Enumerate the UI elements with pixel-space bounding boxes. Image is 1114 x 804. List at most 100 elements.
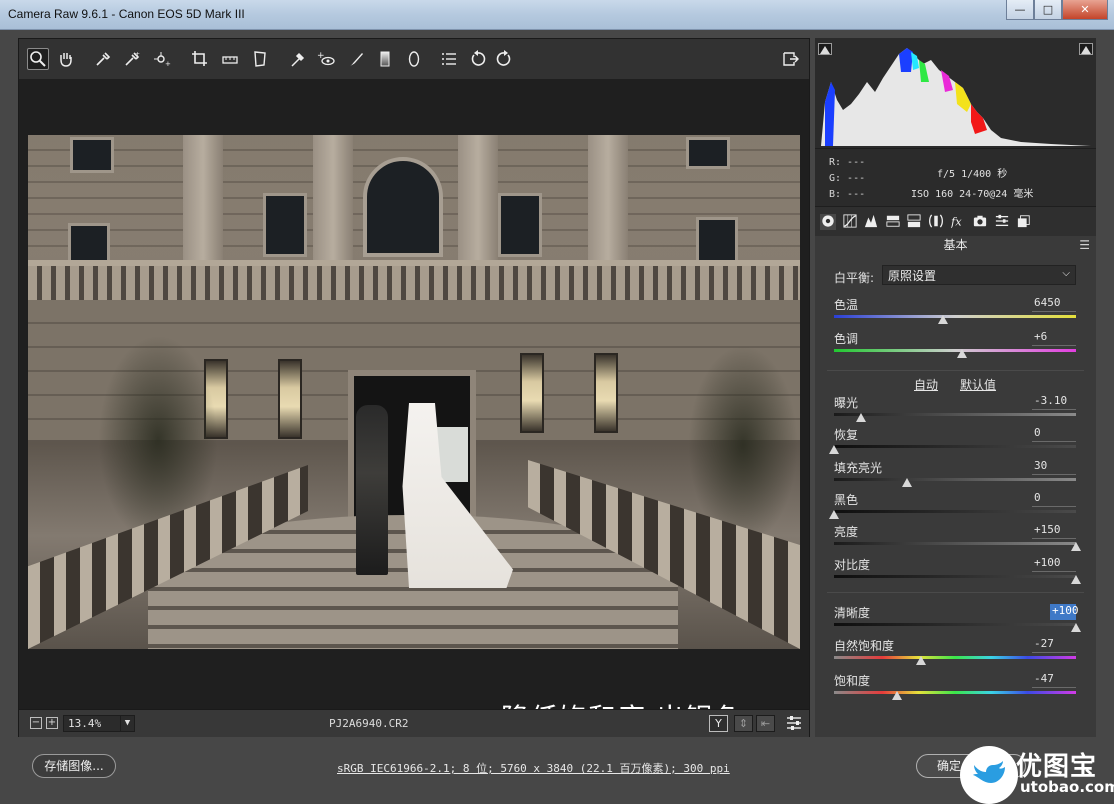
tab-tone-curve[interactable] [842,214,858,230]
g-readout: G: --- [829,173,866,184]
slider-temperature[interactable]: 色温 6450 [834,296,1076,328]
slider-track[interactable] [834,413,1076,416]
svg-text:+: + [317,51,325,61]
zoom-in-button[interactable]: + [46,717,58,729]
slider-fill-light[interactable]: 填充亮光 30 [834,459,1076,491]
straighten-icon[interactable] [219,48,241,70]
slider-vibrance[interactable]: 自然饱和度 -27 [834,637,1076,669]
slider-label: 自然饱和度 [834,639,895,653]
maximize-button[interactable]: □ [1034,0,1062,20]
tab-snapshots[interactable] [1016,214,1032,230]
slider-tint[interactable]: 色调 +6 [834,330,1076,362]
save-image-button[interactable]: 存储图像... [32,754,116,778]
slider-track[interactable] [834,445,1076,448]
image-editor: + + + − + 13.4% ▼ PJ2A6940.CR2 Y ⇕ ⇤ [18,38,810,737]
chevron-down-icon: ▼ [120,716,134,731]
slider-track[interactable] [834,542,1076,545]
panel-menu-icon[interactable]: ☰ [1079,238,1090,252]
white-balance-icon[interactable] [92,48,114,70]
tab-presets[interactable] [994,214,1010,230]
zoom-icon[interactable] [27,48,49,70]
copy-settings-button[interactable]: ⇤ [756,715,775,732]
default-link[interactable]: 默认值 [960,376,996,393]
slider-exposure[interactable]: 曝光 -3.10 [834,394,1076,426]
fullscreen-icon[interactable] [780,48,802,70]
slider-saturation[interactable]: 饱和度 -47 [834,672,1076,704]
slider-track[interactable] [834,691,1076,694]
toggle-settings-icon[interactable] [783,712,805,734]
slider-track[interactable] [834,315,1076,318]
adjustment-brush-icon[interactable] [345,48,367,70]
targeted-adjustment-icon[interactable]: + [151,48,173,70]
slider-blacks[interactable]: 黑色 0 [829,491,1076,523]
minimize-button[interactable]: — [1006,0,1034,20]
workflow-options-link[interactable]: sRGB IEC61966-2.1; 8 位; 5760 x 3840 (22.… [337,760,730,776]
zoom-out-button[interactable]: − [30,717,42,729]
close-button[interactable]: ✕ [1062,0,1108,20]
slider-value-field[interactable]: 0 [1032,426,1076,442]
slider-clarity[interactable]: 清晰度 +100 [834,604,1081,636]
slider-value-field[interactable]: 30 [1032,459,1076,475]
color-sampler-icon[interactable]: + [121,48,143,70]
white-balance-select[interactable]: 原照设置 ⌵ [882,265,1076,285]
slider-thumb[interactable] [957,349,968,358]
crop-icon[interactable] [189,48,211,70]
slider-thumb[interactable] [891,691,902,700]
hand-icon[interactable] [55,48,77,70]
tab-split-toning[interactable] [906,214,922,230]
slider-track[interactable] [834,478,1076,481]
slider-thumb[interactable] [937,315,948,324]
slider-recovery[interactable]: 恢复 0 [829,426,1076,458]
rotate-left-icon[interactable] [467,48,489,70]
tab-camera-calibration[interactable] [972,214,988,230]
before-after-view-button[interactable]: Y [709,715,728,732]
slider-brightness[interactable]: 亮度 +150 [834,523,1081,555]
slider-thumb[interactable] [1071,542,1081,551]
slider-value-field[interactable]: +150 [1032,523,1076,539]
slider-label: 黑色 [834,493,859,507]
svg-text:+: + [165,60,171,68]
slider-value-field[interactable]: +6 [1032,330,1076,346]
slider-thumb[interactable] [829,445,839,454]
slider-value-field[interactable]: 6450 [1032,296,1076,312]
slider-thumb[interactable] [855,413,866,422]
transform-icon[interactable] [249,48,271,70]
tab-hsl[interactable] [885,214,901,230]
slider-thumb[interactable] [829,510,839,519]
slider-value-field[interactable]: 0 [1032,491,1076,507]
graduated-filter-icon[interactable] [374,48,396,70]
slider-label: 恢复 [834,428,859,442]
slider-value-field[interactable]: -3.10 [1032,394,1076,410]
rotate-right-icon[interactable] [493,48,515,70]
auto-link[interactable]: 自动 [914,376,938,393]
zoom-level-select[interactable]: 13.4% ▼ [63,715,135,732]
red-eye-icon[interactable]: + [315,48,337,70]
slider-value-field[interactable]: -47 [1032,672,1076,688]
tab-detail[interactable] [863,214,879,230]
slider-value-field[interactable]: -27 [1032,637,1076,653]
swap-before-after-button[interactable]: ⇕ [734,715,753,732]
photo-column [183,135,223,265]
preview-canvas[interactable]: 降低饱和度 出银色 [19,79,809,735]
photo-window [263,193,307,257]
tab-basic[interactable] [820,214,836,230]
tab-effects[interactable]: fx [950,214,966,230]
slider-track[interactable] [834,510,1076,513]
slider-track[interactable] [834,349,1076,352]
slider-thumb[interactable] [1071,623,1081,632]
white-balance-label: 白平衡: [834,271,875,285]
slider-thumb[interactable] [901,478,912,487]
slider-track[interactable] [834,575,1076,578]
slider-contrast[interactable]: 对比度 +100 [834,556,1081,588]
preferences-icon[interactable] [438,48,460,70]
photo-preview[interactable] [28,135,800,649]
slider-track[interactable] [834,656,1076,659]
slider-thumb[interactable] [916,656,927,665]
tab-lens-corrections[interactable] [928,214,944,230]
slider-thumb[interactable] [1071,575,1081,584]
slider-value-field[interactable]: +100 [1032,556,1076,572]
slider-track[interactable] [834,623,1076,626]
slider-value-field[interactable]: +100 [1050,604,1079,620]
spot-removal-icon[interactable] [287,48,309,70]
radial-filter-icon[interactable] [403,48,425,70]
